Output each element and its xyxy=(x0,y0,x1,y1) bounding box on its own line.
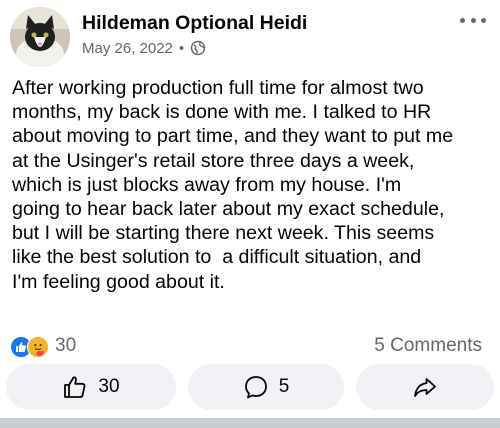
post-text-line: like the best solution to a difficult si… xyxy=(12,246,422,269)
comment-bubble-icon xyxy=(244,376,267,399)
share-arrow-icon xyxy=(414,378,436,397)
care-icon xyxy=(27,336,49,358)
post-meta: May 26, 2022 • xyxy=(82,38,206,58)
post-header: Hildeman Optional Heidi May 26, 2022 • xyxy=(0,0,500,70)
thumbs-up-icon xyxy=(64,376,86,398)
comments-count-link[interactable]: 5 Comments xyxy=(374,335,482,357)
like-count: 30 xyxy=(98,376,120,397)
post-date[interactable]: May 26, 2022 xyxy=(82,40,173,57)
post-text-line: at the Usinger's retail store three days… xyxy=(12,149,415,172)
post-text-line: but I will be starting there next week. … xyxy=(12,222,435,245)
post-text-line: going to hear back later about my exact … xyxy=(12,198,445,221)
post-text-line: After working production full time for a… xyxy=(12,77,424,99)
share-button[interactable] xyxy=(356,364,494,410)
reaction-stats: 30 5 Comments xyxy=(0,334,500,360)
avatar[interactable] xyxy=(10,7,70,67)
more-dot xyxy=(481,17,486,23)
author-name[interactable]: Hildeman Optional Heidi xyxy=(82,12,307,35)
globe-icon[interactable] xyxy=(190,40,206,56)
comment-count: 5 xyxy=(278,376,290,397)
like-button[interactable]: 30 xyxy=(6,364,176,410)
meta-separator: • xyxy=(178,39,185,57)
post-text-line: which is just blocks away from my house.… xyxy=(12,173,402,196)
more-horizontal-icon[interactable] xyxy=(460,10,486,30)
comment-button[interactable]: 5 xyxy=(188,364,344,410)
post-body: After working production full time for a… xyxy=(12,76,494,294)
feed-divider xyxy=(0,418,500,428)
post-text-line: I'm feeling good about it. xyxy=(12,270,225,293)
reaction-count[interactable]: 30 xyxy=(55,335,76,357)
more-dot xyxy=(460,17,465,23)
cat-avatar-image xyxy=(10,7,70,67)
post-text-line: months, my back is done with me. I talke… xyxy=(12,101,432,124)
post-text-line: about moving to part time, and they want… xyxy=(12,125,454,148)
post-actions: 30 5 xyxy=(0,364,500,410)
reaction-icons[interactable] xyxy=(10,336,58,358)
more-dot xyxy=(470,17,476,23)
